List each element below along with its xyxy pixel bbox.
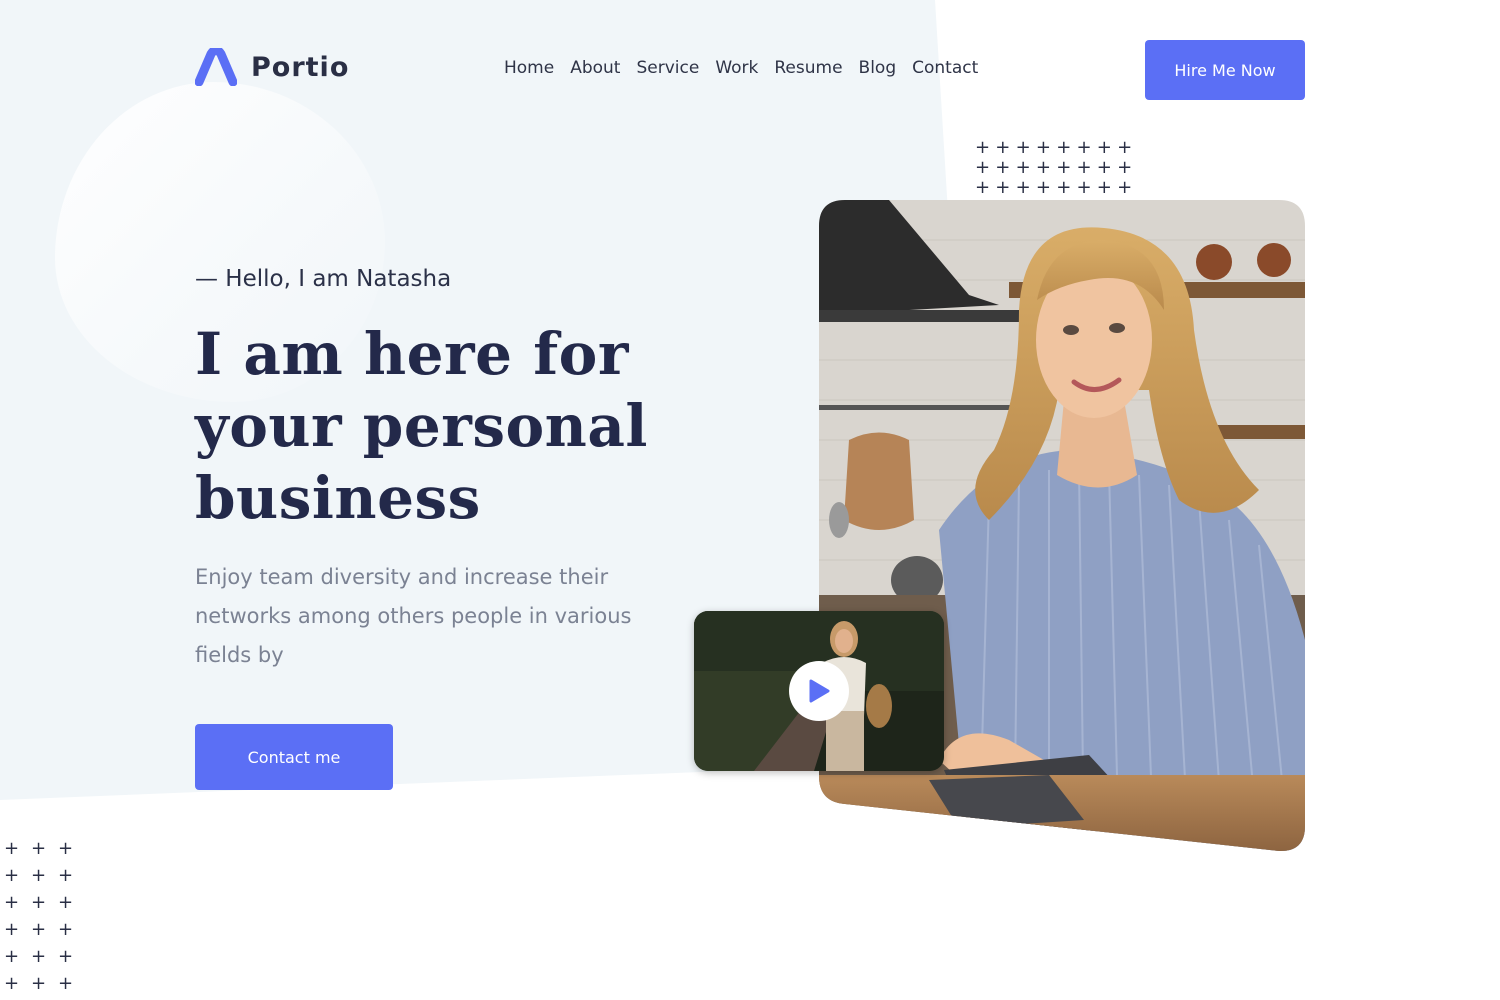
hero-headline: I am here for your personal business (195, 318, 715, 534)
hero-description: Enjoy team diversity and increase their … (195, 558, 675, 675)
nav-blog[interactable]: Blog (859, 58, 897, 78)
plus-icon: + (1056, 137, 1072, 158)
plus-icon: + (995, 177, 1011, 198)
plus-icon: + (1117, 157, 1133, 178)
plus-icon: + (58, 919, 74, 940)
plus-icon: + (1015, 177, 1031, 198)
plus-icon: + (995, 157, 1011, 178)
description-line: fields by (195, 643, 284, 667)
plus-icon: + (975, 157, 991, 178)
headline-line: I am here for (195, 320, 629, 388)
description-line: Enjoy team diversity and increase their (195, 565, 609, 589)
hire-me-button[interactable]: Hire Me Now (1145, 40, 1305, 100)
play-button[interactable] (789, 661, 849, 721)
nav-contact[interactable]: Contact (912, 58, 978, 78)
plus-icon: + (1035, 157, 1051, 178)
plus-icon: + (1076, 157, 1092, 178)
nav-service[interactable]: Service (636, 58, 699, 78)
plus-icon: + (995, 137, 1011, 158)
nav-about[interactable]: About (570, 58, 620, 78)
plus-icon: + (58, 838, 74, 859)
main-nav: Home About Service Work Resume Blog Cont… (504, 58, 978, 78)
play-icon (809, 679, 830, 703)
plus-icon: + (1035, 137, 1051, 158)
plus-icon: + (31, 838, 47, 859)
plus-icon: + (58, 973, 74, 994)
plus-icon: + (31, 919, 47, 940)
hero-eyebrow: — Hello, I am Natasha (195, 266, 452, 292)
plus-icon: + (4, 892, 20, 913)
headline-line: business (195, 464, 481, 532)
plus-icon: + (1076, 177, 1092, 198)
plus-icon: + (58, 892, 74, 913)
plus-icon: + (1035, 177, 1051, 198)
plus-icon: + (1096, 177, 1112, 198)
plus-icon: + (58, 865, 74, 886)
plus-icon: + (1117, 177, 1133, 198)
plus-icon: + (1117, 137, 1133, 158)
plus-icon: + (58, 946, 74, 967)
plus-icon: + (31, 892, 47, 913)
plus-icon: + (975, 137, 991, 158)
plus-icon: + (4, 946, 20, 967)
plus-icon: + (1056, 177, 1072, 198)
headline-line: your personal (195, 392, 648, 460)
plus-icon: + (1015, 137, 1031, 158)
plus-icon: + (31, 973, 47, 994)
nav-resume[interactable]: Resume (774, 58, 842, 78)
plus-icon: + (4, 919, 20, 940)
brand-logo[interactable]: Portio (195, 48, 349, 86)
plus-icon: + (1076, 137, 1092, 158)
plus-icon: + (1015, 157, 1031, 178)
description-line: networks among others people in various (195, 604, 632, 628)
brand-name: Portio (251, 51, 350, 83)
plus-icon: + (1096, 137, 1112, 158)
plus-icon: + (31, 946, 47, 967)
plus-icon: + (1056, 157, 1072, 178)
contact-me-button[interactable]: Contact me (195, 724, 393, 790)
logo-mark-icon (195, 48, 237, 86)
nav-home[interactable]: Home (504, 58, 554, 78)
plus-icon: + (4, 838, 20, 859)
plus-icon: + (31, 865, 47, 886)
plus-icon: + (4, 865, 20, 886)
nav-work[interactable]: Work (715, 58, 758, 78)
plus-icon: + (4, 973, 20, 994)
plus-icon: + (975, 177, 991, 198)
plus-icon: + (1096, 157, 1112, 178)
